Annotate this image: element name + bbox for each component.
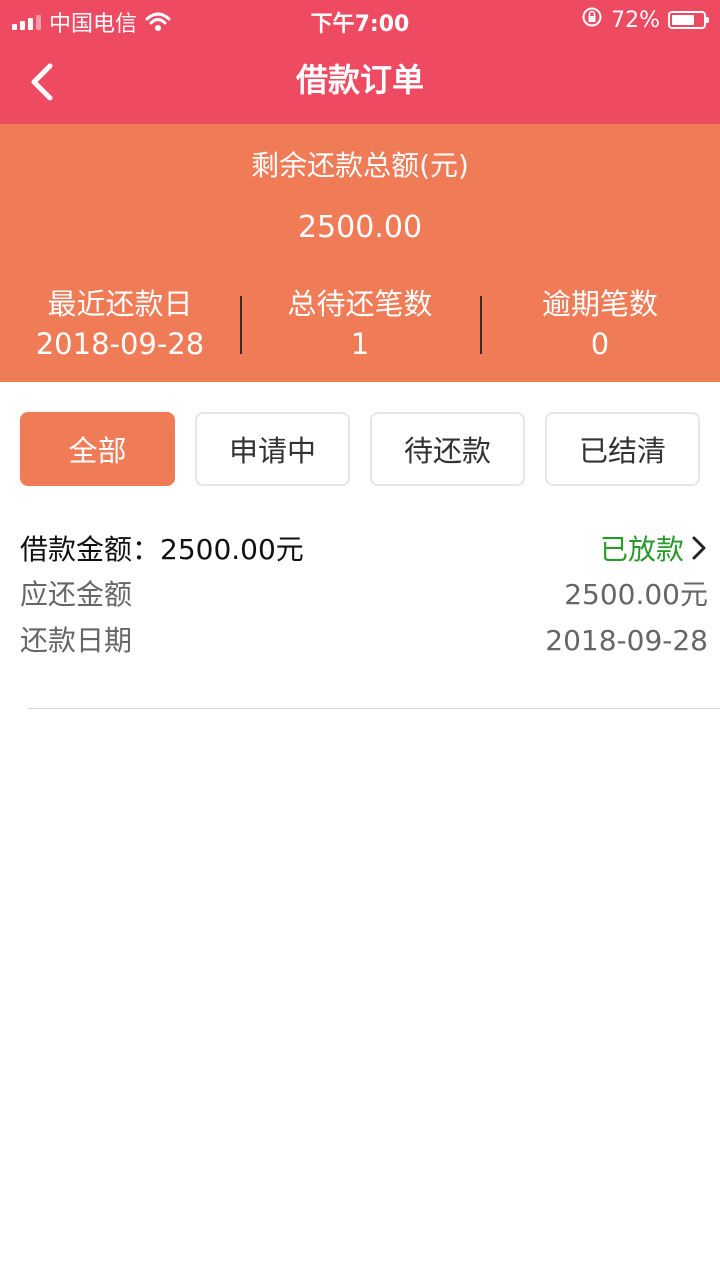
chevron-right-icon — [692, 536, 706, 560]
repayment-summary: 剩余还款总额(元) 2500.00 最近还款日 2018-09-28 总待还笔数… — [0, 124, 720, 382]
stat-value: 2018-09-28 — [35, 327, 205, 361]
battery-percent: 72% — [611, 7, 660, 33]
tab-all[interactable]: 全部 — [20, 412, 175, 486]
chevron-left-icon — [31, 63, 53, 101]
stat-label: 逾期笔数 — [541, 287, 658, 321]
stat-value: 1 — [350, 327, 370, 361]
order-row-due-amount: 应还金额 2500.00元 — [20, 576, 708, 614]
remaining-total-label: 剩余还款总额(元) — [251, 149, 469, 182]
order-status[interactable]: 已放款 — [600, 528, 708, 568]
nav-bar: 借款订单 — [0, 40, 720, 124]
tab-applying[interactable]: 申请中 — [195, 412, 350, 486]
order-card[interactable]: 借款金额：2500.00元 已放款 应还金额 2500.00元 还款日期 201… — [0, 528, 720, 709]
row-value: 2500.00元 — [564, 578, 708, 611]
stat-next-due: 最近还款日 2018-09-28 — [0, 284, 240, 364]
row-label: 还款日期 — [20, 624, 133, 657]
stat-value: 0 — [590, 327, 610, 361]
row-label: 应还金额 — [20, 578, 133, 611]
tab-pending-repayment[interactable]: 待还款 — [370, 412, 525, 486]
filter-tabs: 全部 申请中 待还款 已结清 — [0, 382, 720, 486]
stat-pending-count: 总待还笔数 1 — [240, 284, 480, 364]
top-bar: 中国电信 下午7:00 72% 借款订单 — [0, 0, 720, 124]
rotation-lock-icon — [581, 6, 603, 34]
stat-overdue-count: 逾期笔数 0 — [480, 284, 720, 364]
battery-icon — [668, 11, 709, 29]
stat-label: 最近还款日 — [47, 287, 193, 321]
tab-settled[interactable]: 已结清 — [545, 412, 700, 486]
status-badge: 已放款 — [599, 533, 684, 566]
divider — [28, 708, 720, 709]
row-value: 2018-09-28 — [545, 624, 708, 657]
loan-amount: 借款金额：2500.00元 — [20, 528, 304, 568]
page-title: 借款订单 — [295, 61, 424, 99]
stat-label: 总待还笔数 — [287, 287, 433, 321]
back-button[interactable] — [24, 60, 64, 104]
order-row-due-date: 还款日期 2018-09-28 — [20, 622, 708, 660]
remaining-total-value: 2500.00 — [297, 210, 423, 245]
loan-amount-label: 借款金额： — [20, 533, 161, 566]
status-bar: 中国电信 下午7:00 72% — [0, 0, 720, 40]
loan-amount-value: 2500.00元 — [160, 533, 304, 566]
